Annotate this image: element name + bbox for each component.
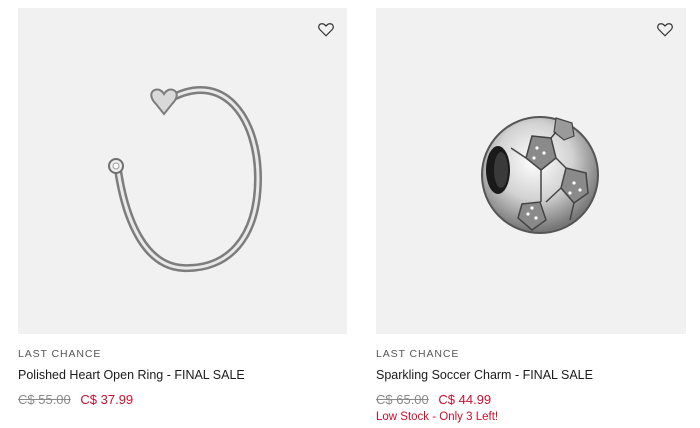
product-card-soccer-charm[interactable]: LAST CHANCE Sparkling Soccer Charm - FIN… <box>376 8 686 423</box>
low-stock-notice: Low Stock - Only 3 Left! <box>376 411 499 423</box>
wishlist-button[interactable] <box>317 20 335 38</box>
heart-outline-icon <box>318 23 334 37</box>
original-price: C$ 65.00 <box>376 392 429 407</box>
price-row: C$ 55.00 C$ 37.99 <box>18 392 347 407</box>
wishlist-button[interactable] <box>656 20 674 38</box>
original-price: C$ 55.00 <box>18 392 71 407</box>
heart-open-ring-image[interactable] <box>18 8 347 334</box>
price-row: C$ 65.00 C$ 44.99 <box>376 392 686 407</box>
product-image-container[interactable] <box>376 8 686 334</box>
product-title[interactable]: Sparkling Soccer Charm - FINAL SALE <box>376 368 686 382</box>
product-eyebrow: LAST CHANCE <box>18 348 102 360</box>
soccer-charm-image[interactable] <box>376 8 686 334</box>
product-eyebrow: LAST CHANCE <box>376 348 460 360</box>
product-image-container[interactable] <box>18 8 347 334</box>
sale-price: C$ 37.99 <box>80 392 134 407</box>
product-card-heart-ring[interactable]: LAST CHANCE Polished Heart Open Ring - F… <box>18 8 347 407</box>
product-title[interactable]: Polished Heart Open Ring - FINAL SALE <box>18 368 347 382</box>
heart-outline-icon <box>657 23 673 37</box>
sale-price: C$ 44.99 <box>438 392 492 407</box>
